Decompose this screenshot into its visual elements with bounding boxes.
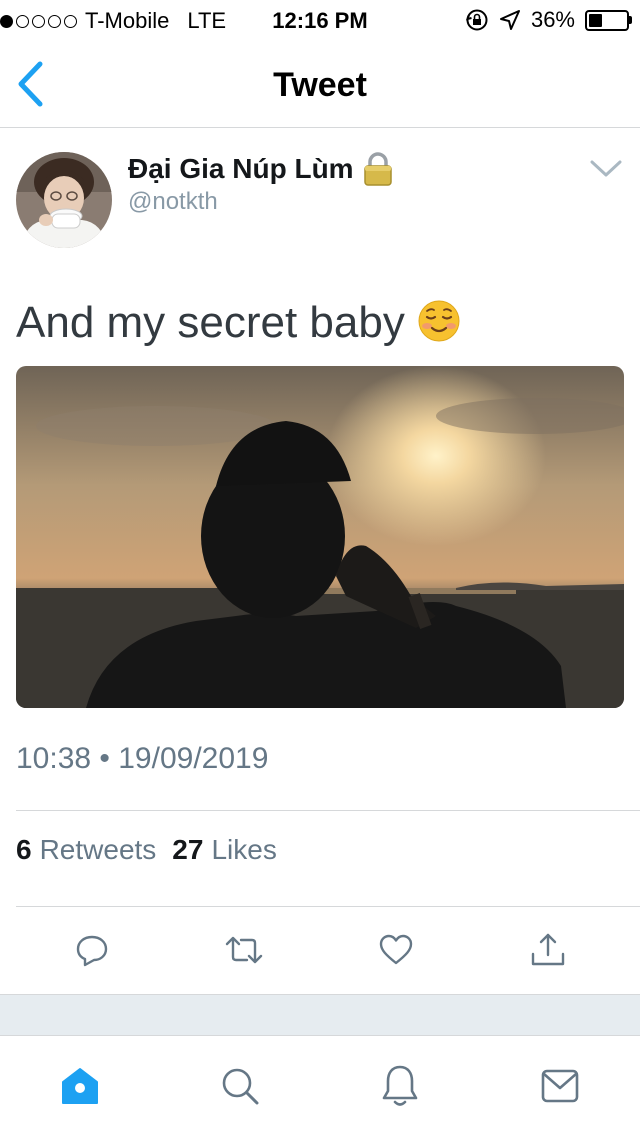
lock-icon xyxy=(363,152,392,186)
location-arrow-icon xyxy=(499,10,520,30)
search-icon xyxy=(222,1068,259,1105)
avatar[interactable] xyxy=(16,152,112,248)
reply-icon xyxy=(76,935,108,967)
battery-percent: 36% xyxy=(530,7,575,32)
retweets-label: Retweets xyxy=(39,834,157,865)
notifications-icon xyxy=(382,1065,418,1106)
more-options-button[interactable] xyxy=(586,152,626,186)
retweets-count: 6 xyxy=(16,834,32,865)
tab-messages[interactable] xyxy=(530,1058,590,1114)
author-name-text: Đại Gia Núp Lùm xyxy=(128,153,354,184)
share-button[interactable] xyxy=(524,926,572,974)
tweet-actions xyxy=(0,920,640,980)
status-bar: T-Mobile LTE 12:16 PM 36% xyxy=(0,0,640,40)
tweet-stats: 6 Retweets 27 Likes xyxy=(16,834,277,866)
tab-search[interactable] xyxy=(210,1058,270,1114)
tweet-photo[interactable] xyxy=(16,366,624,708)
chevron-down-icon xyxy=(590,160,622,177)
retweet-icon xyxy=(225,936,263,964)
likes-label: Likes xyxy=(211,834,277,865)
share-icon xyxy=(531,933,565,966)
navigation-bar: Tweet xyxy=(0,40,640,128)
tweet-text: And my secret baby xyxy=(16,296,461,350)
author-handle[interactable]: @notkth xyxy=(128,188,218,216)
likes-stat[interactable]: 27 Likes xyxy=(172,834,277,866)
reply-button[interactable] xyxy=(68,926,116,974)
battery-icon xyxy=(585,9,632,31)
divider xyxy=(16,906,640,907)
rotation-lock-icon xyxy=(465,9,488,31)
home-icon xyxy=(62,1068,98,1104)
divider xyxy=(16,810,640,811)
tab-bar xyxy=(0,1036,640,1136)
page-title: Tweet xyxy=(273,66,367,104)
messages-icon xyxy=(541,1069,579,1103)
like-icon xyxy=(379,934,413,965)
tab-notifications[interactable] xyxy=(370,1058,430,1114)
retweet-button[interactable] xyxy=(220,926,268,974)
smiling-face-icon xyxy=(418,300,460,342)
tab-home[interactable] xyxy=(50,1058,110,1114)
retweets-stat[interactable]: 6 Retweets xyxy=(16,834,156,866)
likes-count: 27 xyxy=(172,834,204,865)
tweet-text-content: And my secret baby xyxy=(16,298,405,347)
like-button[interactable] xyxy=(372,926,420,974)
status-right: 36% xyxy=(465,7,632,33)
tweet-timestamp: 10:38 • 19/09/2019 xyxy=(16,742,269,775)
section-separator xyxy=(0,994,640,1036)
author-display-name[interactable]: Đại Gia Núp Lùm xyxy=(128,152,394,186)
